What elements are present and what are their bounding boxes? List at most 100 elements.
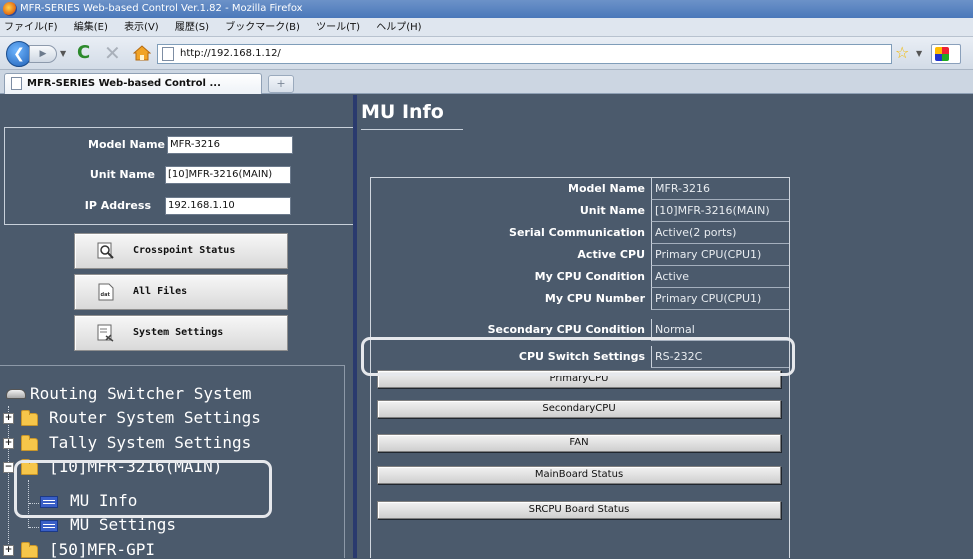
menu-history[interactable]: 履歴(S): [175, 22, 209, 33]
table-row: Model Name MFR-3216: [371, 178, 789, 200]
unit-name-row: Unit Name [10]MFR-3216(MAIN): [5, 164, 355, 186]
navigation-toolbar: ❮ ▶ ▼ C ✕ http://192.168.1.12/ ☆ ▼: [0, 37, 973, 70]
folder-icon: [21, 410, 38, 426]
collapse-icon[interactable]: −: [3, 462, 14, 473]
arrow-left-icon: ❮: [13, 46, 25, 62]
unit-name-field[interactable]: [10]MFR-3216(MAIN): [165, 166, 291, 184]
settings-page-icon: [40, 520, 58, 532]
url-text: http://192.168.1.12/: [180, 48, 281, 59]
folder-icon: [21, 435, 38, 451]
settings-page-icon: [97, 324, 114, 342]
window-titlebar: MFR-SERIES Web-based Control Ver.1.82 - …: [0, 0, 973, 18]
window-title: MFR-SERIES Web-based Control Ver.1.82 - …: [20, 3, 303, 14]
page-icon: [11, 77, 22, 90]
left-panel: Model Name MFR-3216 Unit Name [10]MFR-32…: [0, 95, 355, 559]
all-files-label: All Files: [133, 286, 188, 297]
expand-icon[interactable]: +: [3, 545, 14, 556]
tree-root[interactable]: Routing Switcher System: [6, 385, 252, 403]
tree-guide-line: [8, 406, 9, 556]
title-underline: [361, 129, 463, 130]
new-tab-button[interactable]: +: [268, 75, 294, 93]
page-title: MU Info: [361, 101, 444, 123]
stop-icon[interactable]: ✕: [104, 43, 121, 63]
svg-text:dat: dat: [101, 292, 111, 298]
history-dropdown-icon[interactable]: ▼: [60, 49, 66, 58]
expand-icon[interactable]: +: [3, 413, 14, 424]
ip-address-field[interactable]: 192.168.1.10: [165, 197, 291, 215]
arrow-right-icon: ▶: [39, 49, 47, 59]
search-engine-icon: [935, 47, 949, 61]
row-value: MFR-3216: [651, 178, 789, 200]
row-value: Active(2 ports): [651, 222, 789, 244]
tree-label-gpi: [50]MFR-GPI: [49, 540, 155, 559]
tab-title: MFR-SERIES Web-based Control ...: [27, 78, 221, 89]
page-content: Model Name MFR-3216 Unit Name [10]MFR-32…: [0, 95, 973, 559]
reload-icon[interactable]: C: [77, 44, 90, 62]
row-label: Model Name: [568, 182, 645, 195]
table-row: Active CPU Primary CPU(CPU1): [371, 244, 789, 266]
row-label: My CPU Number: [544, 292, 645, 305]
magnifier-icon: [97, 242, 114, 259]
mainboard-status-button[interactable]: MainBoard Status: [377, 466, 781, 484]
table-row: My CPU Number Primary CPU(CPU1): [371, 288, 789, 310]
navigation-tree: Routing Switcher System + Router System …: [0, 365, 345, 559]
row-label: Serial Communication: [509, 226, 645, 239]
drive-icon: [6, 389, 26, 399]
tree-label-router-settings: Router System Settings: [49, 408, 261, 427]
home-icon[interactable]: [133, 45, 151, 61]
model-name-field[interactable]: MFR-3216: [167, 136, 293, 154]
secondary-cpu-button[interactable]: SecondaryCPU: [377, 400, 781, 418]
model-name-label: Model Name: [88, 138, 165, 151]
expand-icon[interactable]: +: [3, 438, 14, 449]
row-value: Primary CPU(CPU1): [651, 244, 789, 266]
tree-item-tally-settings[interactable]: + Tally System Settings: [3, 434, 251, 452]
menu-help[interactable]: ヘルプ(H): [376, 22, 421, 33]
tab-bar: MFR-SERIES Web-based Control ... +: [0, 70, 973, 94]
folder-icon: [21, 542, 38, 558]
row-label: Active CPU: [577, 248, 645, 261]
all-files-button[interactable]: dat All Files: [74, 274, 288, 310]
row-label: My CPU Condition: [534, 270, 645, 283]
tree-label-tally-settings: Tally System Settings: [49, 433, 252, 452]
unit-name-label: Unit Name: [89, 168, 155, 181]
forward-button[interactable]: ▶: [29, 45, 57, 63]
table-row: Serial Communication Active(2 ports): [371, 222, 789, 244]
row-label: Unit Name: [579, 204, 645, 217]
tab-mfr-control[interactable]: MFR-SERIES Web-based Control ...: [4, 73, 262, 94]
fan-button[interactable]: FAN: [377, 434, 781, 452]
row-value: Active: [651, 266, 789, 288]
bookmark-star-icon[interactable]: ☆: [895, 44, 909, 62]
menu-tools[interactable]: ツール(T): [316, 22, 360, 33]
tree-item-router-settings[interactable]: + Router System Settings: [3, 409, 261, 427]
crosspoint-status-label: Crosspoint Status: [133, 245, 236, 256]
menu-edit[interactable]: 編集(E): [74, 22, 108, 33]
firefox-icon: [3, 2, 17, 16]
tree-item-mu-settings[interactable]: MU Settings: [40, 516, 176, 534]
menu-bar: ファイル(F) 編集(E) 表示(V) 履歴(S) ブックマーク(B) ツール(…: [0, 18, 973, 37]
tree-root-label: Routing Switcher System: [30, 384, 252, 403]
highlight-annotation: [14, 460, 272, 518]
tree-item-gpi[interactable]: + [50]MFR-GPI: [3, 541, 155, 559]
crosspoint-status-button[interactable]: Crosspoint Status: [74, 233, 288, 269]
system-settings-button[interactable]: System Settings: [74, 315, 288, 351]
system-settings-label: System Settings: [133, 327, 224, 338]
file-dat-icon: dat: [98, 283, 114, 301]
row-value: [10]MFR-3216(MAIN): [651, 200, 789, 222]
url-dropdown-icon[interactable]: ▼: [916, 49, 922, 58]
column-divider: [353, 95, 357, 558]
table-row: My CPU Condition Active: [371, 266, 789, 288]
highlight-annotation: [361, 337, 795, 376]
page-icon: [162, 47, 174, 61]
menu-bookmarks[interactable]: ブックマーク(B): [225, 22, 300, 33]
row-value: Primary CPU(CPU1): [651, 288, 789, 310]
unit-info-panel: Model Name MFR-3216 Unit Name [10]MFR-32…: [4, 127, 354, 225]
ip-address-label: IP Address: [84, 199, 151, 212]
menu-view[interactable]: 表示(V): [124, 22, 159, 33]
url-bar[interactable]: http://192.168.1.12/: [157, 44, 892, 64]
table-row: Unit Name [10]MFR-3216(MAIN): [371, 200, 789, 222]
menu-file[interactable]: ファイル(F): [4, 22, 58, 33]
ip-address-row: IP Address 192.168.1.10: [5, 195, 355, 217]
srcpu-board-status-button[interactable]: SRCPU Board Status: [377, 501, 781, 519]
model-name-row: Model Name MFR-3216: [5, 134, 355, 156]
search-engine-button[interactable]: [931, 44, 961, 64]
